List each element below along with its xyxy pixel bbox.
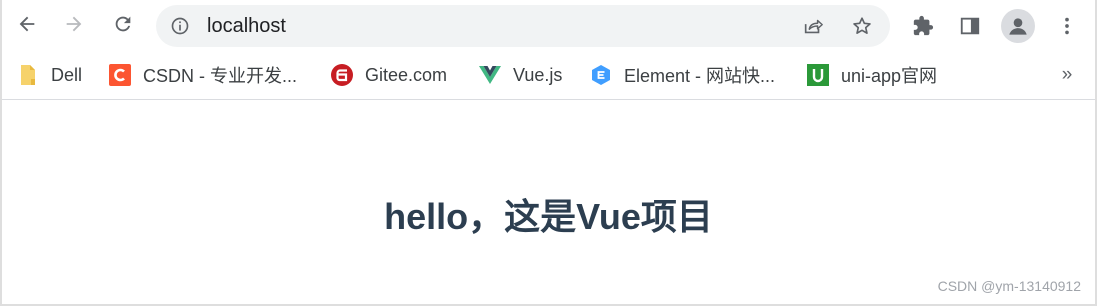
bookmark-dell[interactable]: Dell: [17, 62, 82, 88]
bookmark-uniapp[interactable]: uni-app官网: [807, 62, 937, 88]
side-panel-icon: [960, 17, 980, 35]
watermark-text: CSDN @ym-13140912: [937, 278, 1081, 294]
profile-icon: [1009, 18, 1027, 35]
address-bar[interactable]: localhost: [156, 5, 890, 47]
puzzle-icon: [913, 15, 934, 36]
gitee-icon: [331, 64, 353, 86]
bookmark-label: Gitee.com: [365, 64, 448, 85]
bookmark-label: uni-app官网: [841, 66, 938, 86]
bookmark-label: Dell: [51, 64, 83, 85]
bookmark-vue[interactable]: Vue.js: [479, 62, 562, 88]
element-icon: [590, 64, 612, 86]
share-icon[interactable]: [802, 15, 824, 37]
info-circle-icon[interactable]: [170, 16, 190, 36]
profile-button[interactable]: [1001, 9, 1035, 43]
uniapp-icon: [807, 64, 829, 86]
browser-window: localhost Dell CSDN - 专业开发... Gitee.com …: [0, 0, 1097, 306]
bookmark-label: Vue.js: [513, 64, 563, 85]
page-viewport: hello，这是Vue项目 CSDN @ym-13140912: [2, 101, 1095, 304]
kebab-menu-icon: [1065, 17, 1069, 35]
star-icon[interactable]: [851, 15, 873, 37]
side-panel-button[interactable]: [954, 10, 986, 42]
vue-icon: [479, 64, 501, 86]
folder-icon: [17, 64, 39, 86]
extensions-button[interactable]: [907, 10, 939, 42]
csdn-icon: [109, 64, 131, 86]
menu-button[interactable]: [1051, 10, 1083, 42]
bookmark-csdn[interactable]: CSDN - 专业开发...: [109, 62, 297, 88]
arrow-right-icon: [66, 16, 82, 32]
reload-button[interactable]: [107, 8, 139, 40]
back-button[interactable]: [11, 8, 43, 40]
page-heading: hello，这是Vue项目: [384, 196, 713, 237]
bookmark-label: CSDN - 专业开发...: [143, 66, 298, 86]
bookmark-element[interactable]: Element - 网站快...: [590, 62, 775, 88]
browser-toolbar: localhost: [2, 0, 1095, 52]
url-text[interactable]: localhost: [207, 15, 286, 37]
forward-button[interactable]: [58, 8, 90, 40]
arrow-left-icon: [19, 16, 35, 32]
reload-icon: [115, 16, 131, 32]
bookmark-label: Element - 网站快...: [624, 66, 776, 86]
bookmark-gitee[interactable]: Gitee.com: [331, 62, 447, 88]
bookmarks-bar: Dell CSDN - 专业开发... Gitee.com Vue.js Ele…: [2, 52, 1095, 100]
bookmarks-overflow-button[interactable]: »: [1054, 62, 1080, 88]
